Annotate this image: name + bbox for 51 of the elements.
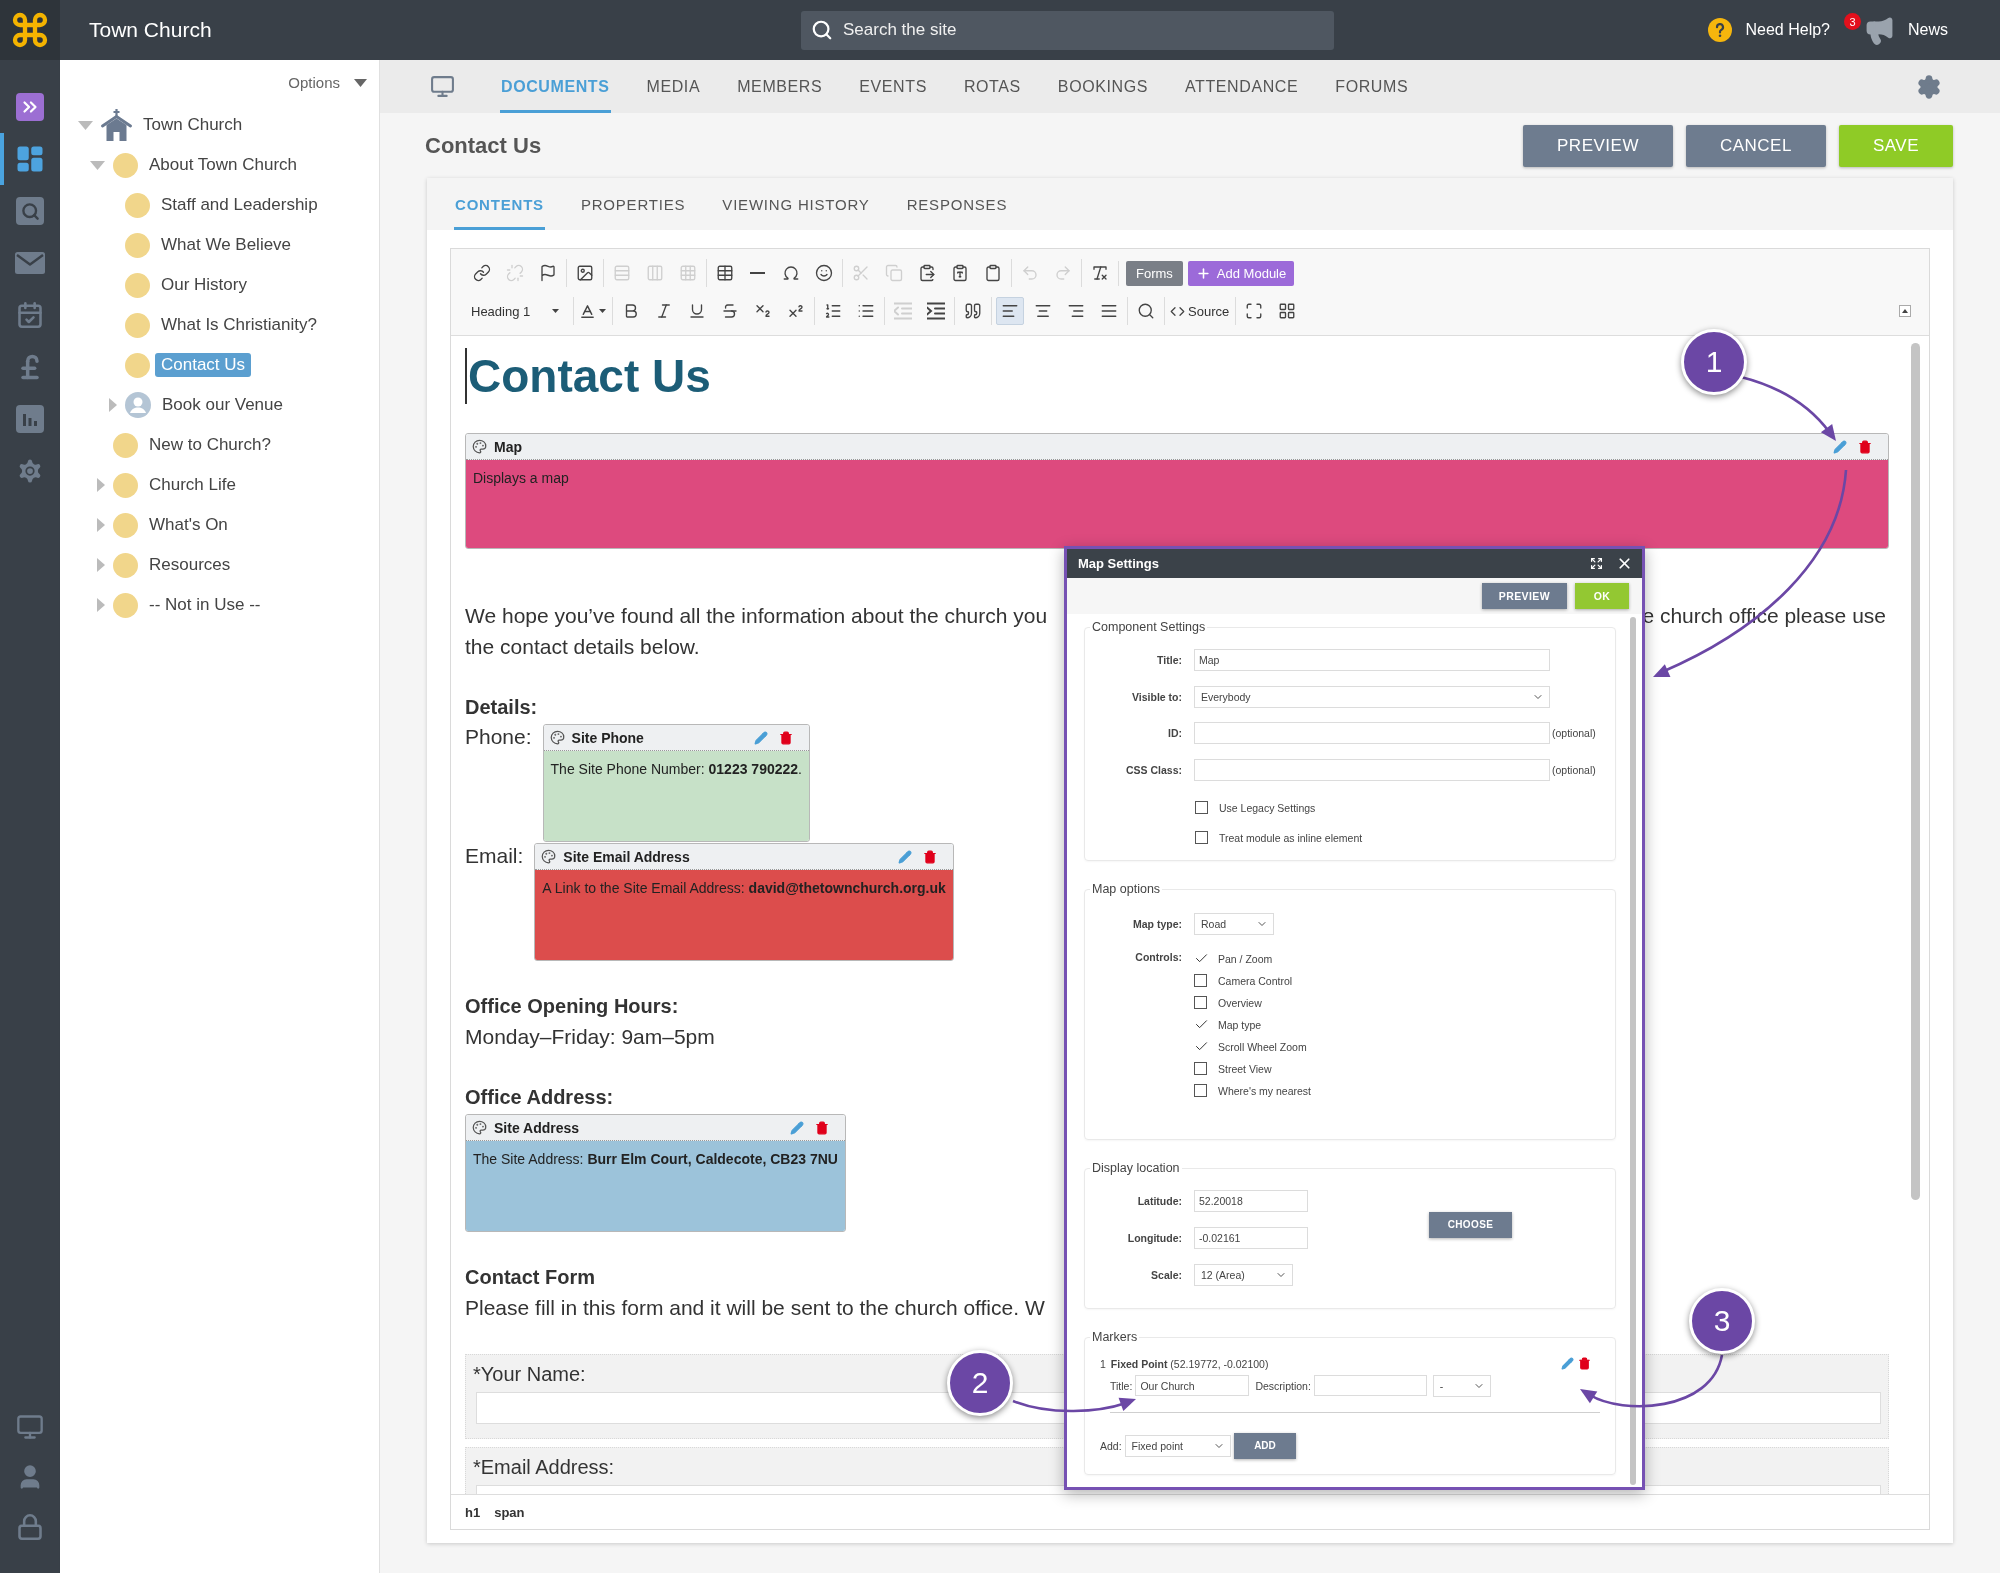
- field-label: Longitude:: [1127, 1231, 1182, 1244]
- field-label: Map type:: [1133, 917, 1182, 930]
- section-heading: Office Address:: [465, 1085, 614, 1110]
- field-label: Phone:: [465, 724, 532, 750]
- field-label: Add:: [1100, 1439, 1122, 1452]
- field-label: Description:: [1255, 1379, 1311, 1392]
- section-heading: Details:: [465, 695, 538, 720]
- section-title: Component Settings: [1090, 619, 1208, 635]
- field-label: Controls:: [1135, 950, 1182, 963]
- site-name: Town Church: [89, 18, 212, 42]
- checkbox-label: Pan / Zoom: [1218, 952, 1273, 965]
- checkbox-label: Camera Control: [1218, 974, 1293, 987]
- field-note: (optional): [1552, 763, 1597, 776]
- paragraph-text: Please fill in this form and it will be sent to the church office. W: [465, 1295, 1045, 1321]
- field-label: ID:: [1168, 727, 1182, 739]
- field-label: Title:: [1157, 654, 1182, 666]
- dialog-title: Map Settings: [1078, 556, 1159, 571]
- checkbox-label: Where's my nearest: [1218, 1084, 1312, 1097]
- notification-count: 3: [1844, 13, 1861, 30]
- checkbox-label: Treat module as inline element: [1219, 831, 1363, 844]
- field-label: Email:: [465, 843, 524, 869]
- paragraph-text: We hope you’ve found all the information about the church you: [465, 603, 1048, 629]
- module-text: A Link to the Site Email Address: david@thetownchurch.org.uk: [542, 880, 946, 896]
- marker-number: 1: [1100, 1357, 1106, 1370]
- form-label: *Your Name:: [473, 1363, 586, 1385]
- field-label: Scale:: [1151, 1268, 1182, 1281]
- paragraph-text: Monday–Friday: 9am–5pm: [465, 1024, 715, 1050]
- checkbox-label: Overview: [1218, 996, 1262, 1009]
- form-label: *Email Address:: [473, 1456, 615, 1478]
- module-text: The Site Phone Number: 01223 790222.: [550, 761, 802, 777]
- module-text: Displays a map: [473, 470, 569, 486]
- page-heading: Contact Us: [468, 349, 711, 404]
- field-label: Visible to:: [1132, 690, 1182, 703]
- page-title: Contact Us: [425, 132, 542, 159]
- checkbox-label: Street View: [1218, 1062, 1272, 1075]
- checkbox-label: Scroll Wheel Zoom: [1218, 1040, 1307, 1053]
- section-heading: Contact Form: [465, 1265, 595, 1290]
- module-text: The Site Address: Burr Elm Court, Caldecote, CB23 7NU: [473, 1151, 838, 1167]
- field-label: Latitude:: [1137, 1194, 1182, 1207]
- module-title: Site Address: [494, 1119, 580, 1136]
- field-label: CSS Class:: [1125, 763, 1182, 776]
- field-note: (optional): [1552, 727, 1597, 739]
- module-title: Site Phone: [571, 729, 644, 746]
- paragraph-text: the contact details below.: [465, 634, 700, 660]
- marker-summary: Fixed Point (52.19772, -0.02100): [1110, 1357, 1269, 1370]
- module-title: Map: [494, 438, 522, 455]
- checkbox-label: Map type: [1218, 1018, 1262, 1031]
- section-heading: Office Opening Hours:: [465, 994, 679, 1019]
- checkbox-label: Use Legacy Settings: [1219, 801, 1316, 814]
- field-label: Title:: [1110, 1379, 1133, 1392]
- module-title: Site Email Address: [563, 848, 690, 865]
